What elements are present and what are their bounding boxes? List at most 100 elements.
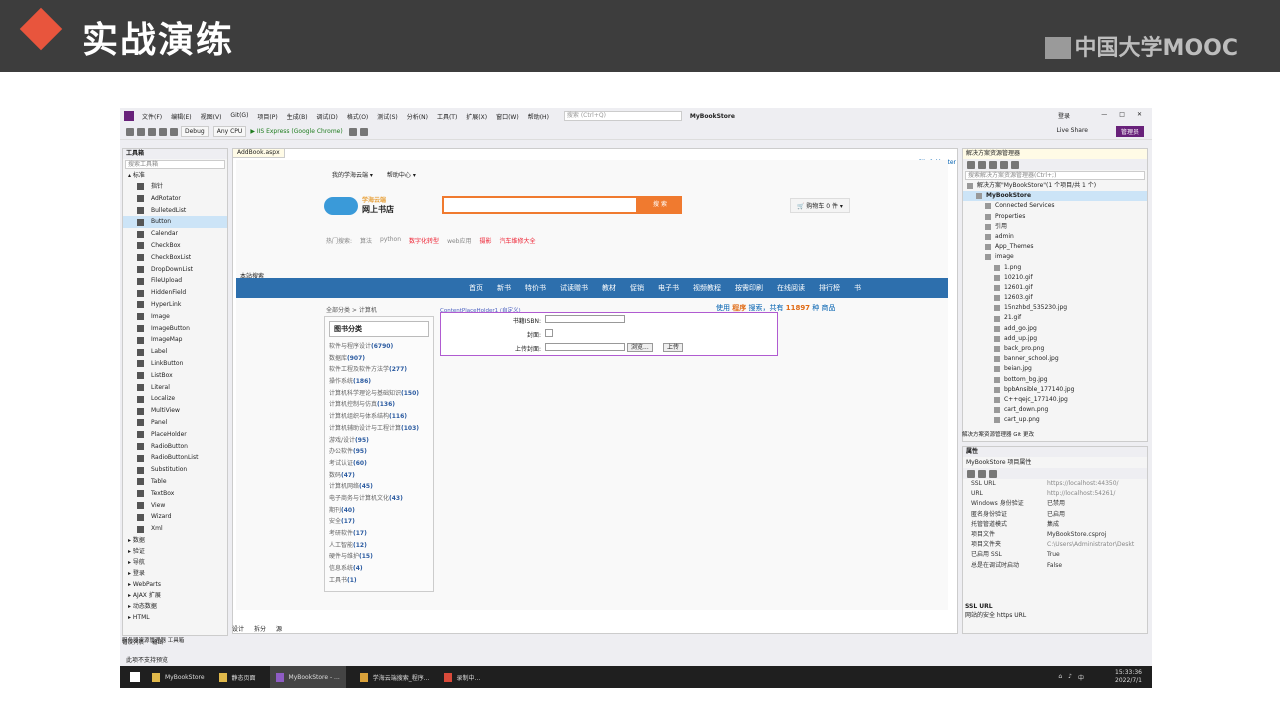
- menu-item[interactable]: 文件(F): [142, 112, 162, 121]
- category-link[interactable]: 考研软件(17): [325, 528, 433, 540]
- menu-item[interactable]: 生成(B): [287, 112, 308, 121]
- home-icon[interactable]: [967, 160, 975, 169]
- toolbox-group-standard[interactable]: ▴ 标准: [123, 170, 227, 181]
- toolbox-item[interactable]: TextBox: [123, 488, 227, 500]
- volume-icon[interactable]: ♪: [1068, 673, 1072, 682]
- bottom-tab[interactable]: 输出: [152, 638, 163, 646]
- hot-search-link[interactable]: web应用: [447, 236, 471, 245]
- back-icon[interactable]: [126, 127, 134, 136]
- ime-indicator[interactable]: 中: [1078, 673, 1084, 682]
- toolbox-group[interactable]: ▸ WebParts: [123, 579, 227, 590]
- category-link[interactable]: 软件与程序设计(6790): [325, 341, 433, 353]
- solution-tree-item[interactable]: bpbAnsible_177140.jpg: [963, 385, 1147, 395]
- toolbox-item[interactable]: Calendar: [123, 228, 227, 240]
- toolbox-item[interactable]: FileUpload: [123, 275, 227, 287]
- collapse-icon[interactable]: [1000, 160, 1008, 169]
- bottom-tab[interactable]: 错误列表: [122, 638, 144, 646]
- solution-tree-item[interactable]: beian.jpg: [963, 364, 1147, 374]
- save-icon[interactable]: [159, 127, 167, 136]
- upload-button[interactable]: 上传: [663, 343, 684, 352]
- solution-tree-item[interactable]: back_pro.png: [963, 344, 1147, 354]
- category-link[interactable]: 办公软件(95): [325, 446, 433, 458]
- platform-select[interactable]: Any CPU: [212, 126, 247, 137]
- solution-explorer-tabs[interactable]: 解决方案资源管理器 Git 更改: [962, 430, 1034, 438]
- solution-tree-item[interactable]: App_Themes: [963, 242, 1147, 252]
- category-link[interactable]: 计算机科学理论与基础知识(150): [325, 388, 433, 400]
- solution-tree-item[interactable]: banner_school.jpg: [963, 354, 1147, 364]
- maximize-icon[interactable]: □: [1119, 111, 1125, 118]
- properties-object[interactable]: MyBookStore 项目属性: [963, 457, 1147, 468]
- search-input[interactable]: 搜索 (Ctrl+Q): [563, 111, 682, 121]
- upload-file-input[interactable]: [545, 343, 625, 351]
- nav-link[interactable]: 书: [854, 283, 861, 293]
- solution-tree-item[interactable]: MyBookStore: [963, 191, 1147, 202]
- category-link[interactable]: 考试认证(60): [325, 458, 433, 470]
- property-row[interactable]: 已启用 SSL True: [963, 550, 1147, 560]
- format-icon[interactable]: [359, 127, 368, 136]
- hot-search-link[interactable]: 汽车维修大全: [500, 236, 536, 245]
- category-link[interactable]: 计算机网络(45): [325, 481, 433, 493]
- solution-tree-item[interactable]: admin: [963, 232, 1147, 242]
- isbn-input[interactable]: [545, 315, 625, 323]
- nav-link[interactable]: 在线阅读: [777, 283, 805, 293]
- menu-item[interactable]: 编辑(E): [171, 112, 191, 121]
- toolbox-item[interactable]: AdRotator: [123, 193, 227, 205]
- toolbox-item[interactable]: Image: [123, 311, 227, 323]
- toolbox-group[interactable]: ▸ AJAX 扩展: [123, 590, 227, 601]
- new-file-icon[interactable]: [148, 127, 156, 136]
- toolbox-item[interactable]: HiddenField: [123, 287, 227, 299]
- category-link[interactable]: 人工智能(12): [325, 540, 433, 552]
- category-link[interactable]: 数码(47): [325, 470, 433, 482]
- solution-tree-item[interactable]: add_go.jpg: [963, 324, 1147, 334]
- refresh-icon[interactable]: [348, 127, 357, 136]
- solution-tree-item[interactable]: bottom_bg.jpg: [963, 375, 1147, 385]
- solution-tree-item[interactable]: image: [963, 252, 1147, 262]
- nav-link[interactable]: 电子书: [658, 283, 679, 293]
- property-row[interactable]: 总是在调试时启动 False: [963, 561, 1147, 571]
- category-link[interactable]: 信息系统(4): [325, 563, 433, 575]
- solution-tree-item[interactable]: 1.png: [963, 263, 1147, 273]
- property-row[interactable]: 项目文件夹 C:\Users\Administrator\Deskt: [963, 540, 1147, 550]
- menu-item[interactable]: 项目(P): [257, 112, 277, 121]
- solution-tree-item[interactable]: C++qejc_177140.jpg: [963, 395, 1147, 405]
- sync-icon[interactable]: [978, 160, 986, 169]
- nav-link[interactable]: 试读赠书: [560, 283, 588, 293]
- clock[interactable]: 15:33:36 2022/7/1: [1115, 669, 1142, 685]
- category-link[interactable]: 工具书(1): [325, 575, 433, 587]
- nav-link[interactable]: 首页: [469, 283, 483, 293]
- run-button[interactable]: ▶ IIS Express (Google Chrome): [250, 128, 342, 135]
- top-nav-link[interactable]: 我的学海云端 ▾: [332, 170, 373, 179]
- category-link[interactable]: 电子商务与计算机文化(43): [325, 493, 433, 505]
- category-link[interactable]: 软件工程及软件方法学(277): [325, 364, 433, 376]
- alphabetical-icon[interactable]: [978, 469, 986, 478]
- toolbox-item[interactable]: Substitution: [123, 464, 227, 476]
- toolbox-item[interactable]: RadioButtonList: [123, 452, 227, 464]
- category-link[interactable]: 游戏/设计(95): [325, 435, 433, 447]
- menu-item[interactable]: 帮助(H): [528, 112, 549, 121]
- toolbox-item[interactable]: MultiView: [123, 405, 227, 417]
- site-search-button[interactable]: 搜 索: [638, 196, 682, 214]
- solution-tree-item[interactable]: 15nzhbd_535230.jpg: [963, 303, 1147, 313]
- forward-icon[interactable]: [137, 127, 145, 136]
- property-row[interactable]: 托管管道模式 集成: [963, 520, 1147, 530]
- design-view-tab[interactable]: 拆分: [254, 624, 266, 633]
- toolbox-item[interactable]: ListBox: [123, 370, 227, 382]
- toolbox-group[interactable]: ▸ 验证: [123, 546, 227, 557]
- toolbox-item[interactable]: PlaceHolder: [123, 429, 227, 441]
- toolbox-item[interactable]: Wizard: [123, 511, 227, 523]
- category-link[interactable]: 硬件与维护(15): [325, 551, 433, 563]
- toolbox-item[interactable]: RadioButton: [123, 441, 227, 453]
- category-link[interactable]: 计算机组织与体系结构(116): [325, 411, 433, 423]
- toolbox-item[interactable]: Localize: [123, 393, 227, 405]
- toolbox-item[interactable]: Panel: [123, 417, 227, 429]
- property-row[interactable]: Windows 身份验证 已禁用: [963, 499, 1147, 509]
- taskbar-app[interactable]: 学海云端搜索_程序...: [359, 672, 430, 682]
- toolbox-search-input[interactable]: 搜索工具箱: [125, 160, 225, 169]
- toolbox-item[interactable]: Label: [123, 346, 227, 358]
- live-share-button[interactable]: Live Share: [1057, 127, 1088, 134]
- categorized-icon[interactable]: [967, 469, 975, 478]
- design-view-tab[interactable]: 源: [276, 624, 282, 633]
- menu-item[interactable]: Git(G): [230, 112, 248, 121]
- solution-tree-item[interactable]: 10210.gif: [963, 273, 1147, 283]
- toolbox-item[interactable]: Table: [123, 476, 227, 488]
